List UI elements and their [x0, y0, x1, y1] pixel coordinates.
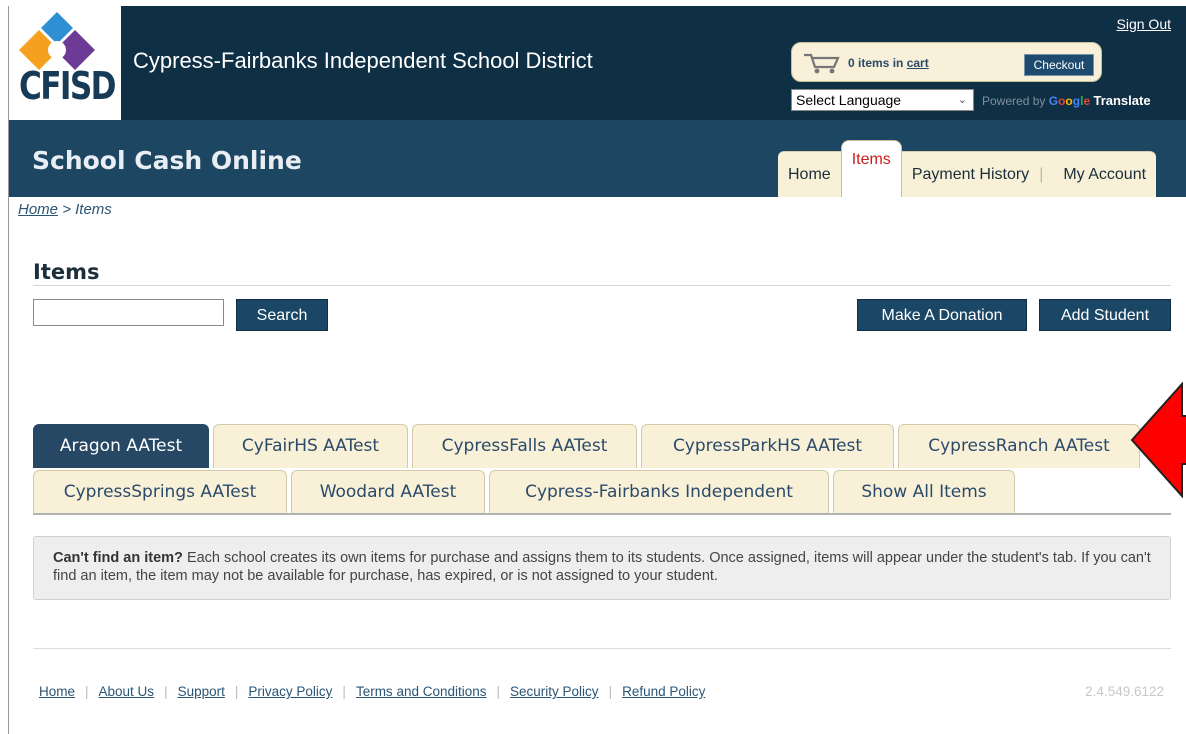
cant-find-item-notice: Can't find an item? Each school creates … [33, 536, 1171, 600]
cfisd-logo[interactable]: CFISD [9, 6, 121, 120]
shopping-cart-icon [804, 53, 840, 74]
language-select[interactable]: Select Language ⌄ [791, 89, 974, 111]
school-tab-aragon[interactable]: Aragon AATest [33, 424, 209, 468]
footer-link-terms[interactable]: Terms and Conditions [356, 684, 487, 699]
footer-link-security-policy[interactable]: Security Policy [510, 684, 599, 699]
nav-tab-label: Items [851, 151, 891, 168]
nav-separator: | [1039, 165, 1044, 183]
footer-link-about-us[interactable]: About Us [99, 684, 155, 699]
footer-separator: | [85, 684, 89, 699]
search-button[interactable]: Search [236, 299, 328, 331]
tabs-divider [33, 513, 1171, 515]
notice-heading: Can't find an item? [53, 550, 183, 566]
breadcrumb: Home > Items [18, 201, 112, 218]
footer-separator: | [234, 684, 239, 699]
footer-separator: | [608, 684, 613, 699]
page-frame: CFISD Cypress-Fairbanks Independent Scho… [8, 6, 1186, 734]
nav-tab-my-account[interactable]: My Account [1053, 151, 1157, 197]
nav-tab-payment-history[interactable]: Payment History | [901, 151, 1054, 197]
make-donation-button[interactable]: Make A Donation [857, 299, 1027, 331]
cart-count-text: 0 items in [848, 56, 904, 70]
add-student-button[interactable]: Add Student [1039, 299, 1171, 331]
school-tab-show-all-items[interactable]: Show All Items [833, 470, 1015, 514]
footer-separator: | [164, 684, 168, 699]
footer-divider [33, 648, 1171, 649]
chevron-down-icon: ⌄ [957, 94, 967, 106]
language-selected-value: Select Language [796, 92, 902, 108]
nav-tab-home[interactable]: Home [778, 151, 841, 197]
main-nav-tabs: Home Items Payment History | My Account [778, 140, 1157, 197]
google-logo: Google [1048, 94, 1091, 108]
breadcrumb-home-link[interactable]: Home [18, 201, 58, 218]
notice-text: Each school creates its own items for pu… [53, 550, 1151, 584]
school-tab-cypressfalls[interactable]: CypressFalls AATest [412, 424, 637, 468]
school-tab-woodard[interactable]: Woodard AATest [291, 470, 485, 514]
footer-separator: | [342, 684, 346, 699]
footer-link-home[interactable]: Home [39, 684, 75, 699]
main-nav-bar: School Cash Online Home Items Payment Hi… [9, 120, 1186, 197]
breadcrumb-separator: > [62, 201, 71, 218]
checkout-button[interactable]: Checkout [1024, 54, 1094, 76]
district-title: Cypress-Fairbanks Independent School Dis… [133, 48, 593, 73]
school-tab-cyfairhs[interactable]: CyFairHS AATest [213, 424, 408, 468]
cart-panel: 0 items in cart Checkout [791, 42, 1102, 82]
logo-text: CFISD [19, 64, 117, 108]
cart-count: 0 items in cart [848, 56, 929, 70]
nav-tab-label: Payment History [911, 165, 1030, 183]
cart-link[interactable]: cart [907, 56, 929, 70]
nav-tab-label: My Account [1063, 165, 1147, 183]
title-divider [33, 285, 1171, 286]
search-input[interactable] [33, 299, 224, 326]
school-tab-cypressparkhs[interactable]: CypressParkHS AATest [641, 424, 894, 468]
breadcrumb-current: Items [75, 201, 112, 218]
school-tab-cypress-fairbanks[interactable]: Cypress-Fairbanks Independent [489, 470, 829, 514]
footer-link-support[interactable]: Support [178, 684, 225, 699]
powered-by-text: Powered by [982, 94, 1046, 108]
app-version: 2.4.549.6122 [1085, 684, 1164, 699]
school-tab-cypressranch[interactable]: CypressRanch AATest [898, 424, 1140, 468]
footer-link-privacy-policy[interactable]: Privacy Policy [248, 684, 332, 699]
red-arrow-annotation-icon [1130, 382, 1186, 498]
nav-tab-label: Home [788, 165, 831, 183]
site-header: CFISD Cypress-Fairbanks Independent Scho… [9, 6, 1186, 120]
footer-link-refund-policy[interactable]: Refund Policy [622, 684, 705, 699]
school-tab-cypresssprings[interactable]: CypressSprings AATest [33, 470, 287, 514]
footer-links: Home | About Us | Support | Privacy Policy |… [39, 684, 705, 699]
page-title: Items [33, 260, 100, 284]
footer-separator: | [496, 684, 501, 699]
sign-out-link[interactable]: Sign Out [1117, 16, 1171, 32]
site-name: School Cash Online [32, 146, 302, 175]
google-translate-credit: Powered by Google Translate [982, 93, 1151, 108]
nav-tab-items[interactable]: Items [840, 140, 902, 197]
translate-link[interactable]: Translate [1093, 93, 1150, 108]
